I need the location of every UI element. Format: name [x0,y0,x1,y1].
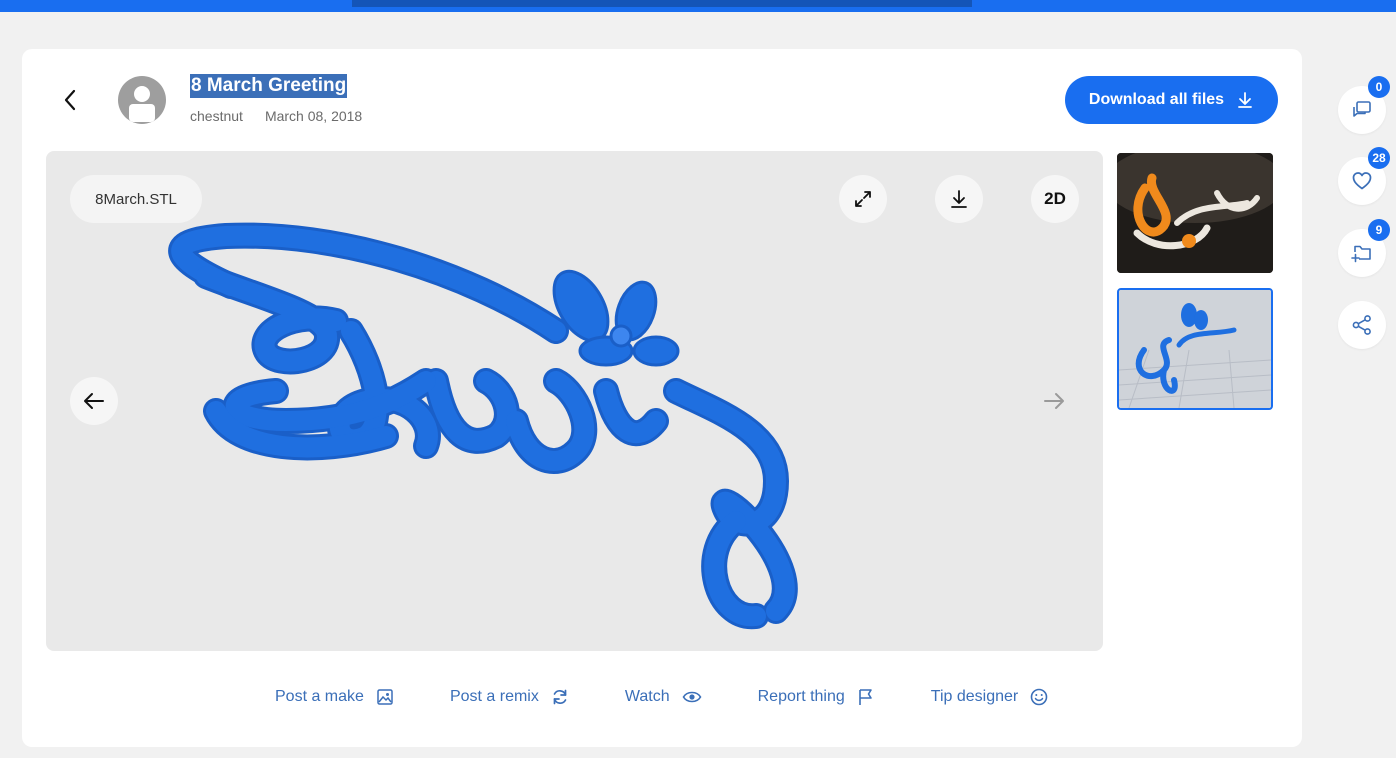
fullscreen-button[interactable] [839,175,887,223]
heart-icon [1352,172,1372,190]
comments-count-badge: 0 [1368,76,1390,98]
thumbnail-photo[interactable] [1117,153,1273,273]
image-icon [377,689,393,705]
top-bar-scrollbar [352,0,972,7]
share-icon [1352,315,1371,335]
avatar[interactable] [118,76,166,124]
expand-icon [855,191,871,207]
likes-count-badge: 28 [1368,147,1390,169]
tip-designer-button[interactable]: Tip designer [931,688,1048,706]
post-remix-label: Post a remix [449,688,539,705]
author-link[interactable]: chestnut [190,108,243,124]
user-icon [129,86,155,122]
share-button[interactable] [1338,301,1386,349]
smile-icon [1030,688,1048,706]
collect-button[interactable]: 9 [1338,219,1390,277]
next-image-button[interactable] [1040,389,1068,413]
comments-button[interactable]: 0 [1338,76,1390,134]
view-mode-label: 2D [1044,189,1066,208]
top-bar [0,0,1396,12]
publish-date: March 08, 2018 [264,108,363,124]
chevron-left-icon [64,89,76,111]
arrow-left-icon [84,393,104,409]
post-remix-button[interactable]: Post a remix [450,688,569,706]
page-title: 8 March Greeting [190,74,348,98]
post-make-label: Post a make [275,688,364,705]
thumbnail-render[interactable] [1117,288,1273,410]
thumbnail-photo-image [1117,153,1273,273]
comments-icon [1353,101,1371,117]
thumbnail-render-image [1119,290,1271,408]
download-icon [1238,92,1252,108]
action-bar: Post a make Post a remix Watch Report th… [275,688,1048,706]
tip-designer-label: Tip designer [930,688,1019,705]
download-icon [951,190,967,208]
back-button[interactable] [50,84,90,116]
download-all-label: Download all files [1088,91,1225,108]
model-viewer[interactable]: 8March.STL 2D [46,151,1103,651]
report-thing-label: Report thing [757,688,845,705]
watch-label: Watch [624,688,670,705]
folder-plus-icon [1351,245,1371,263]
previous-image-button[interactable] [70,377,118,425]
refresh-icon [553,689,567,705]
view-mode-2d-button[interactable]: 2D [1031,175,1079,223]
download-all-button[interactable]: Download all files [1065,76,1278,124]
flag-icon [858,689,872,705]
file-name-label: 8March.STL [70,175,202,223]
collections-count-badge: 9 [1368,219,1390,241]
like-button[interactable]: 28 [1338,147,1390,205]
model-render [168,222,798,630]
post-make-button[interactable]: Post a make [275,688,394,706]
watch-button[interactable]: Watch [625,688,702,706]
download-file-button[interactable] [935,175,983,223]
report-thing-button[interactable]: Report thing [758,688,875,706]
eye-icon [682,691,702,703]
thing-meta: chestnut March 08, 2018 [190,108,362,124]
arrow-right-icon [1044,393,1064,409]
